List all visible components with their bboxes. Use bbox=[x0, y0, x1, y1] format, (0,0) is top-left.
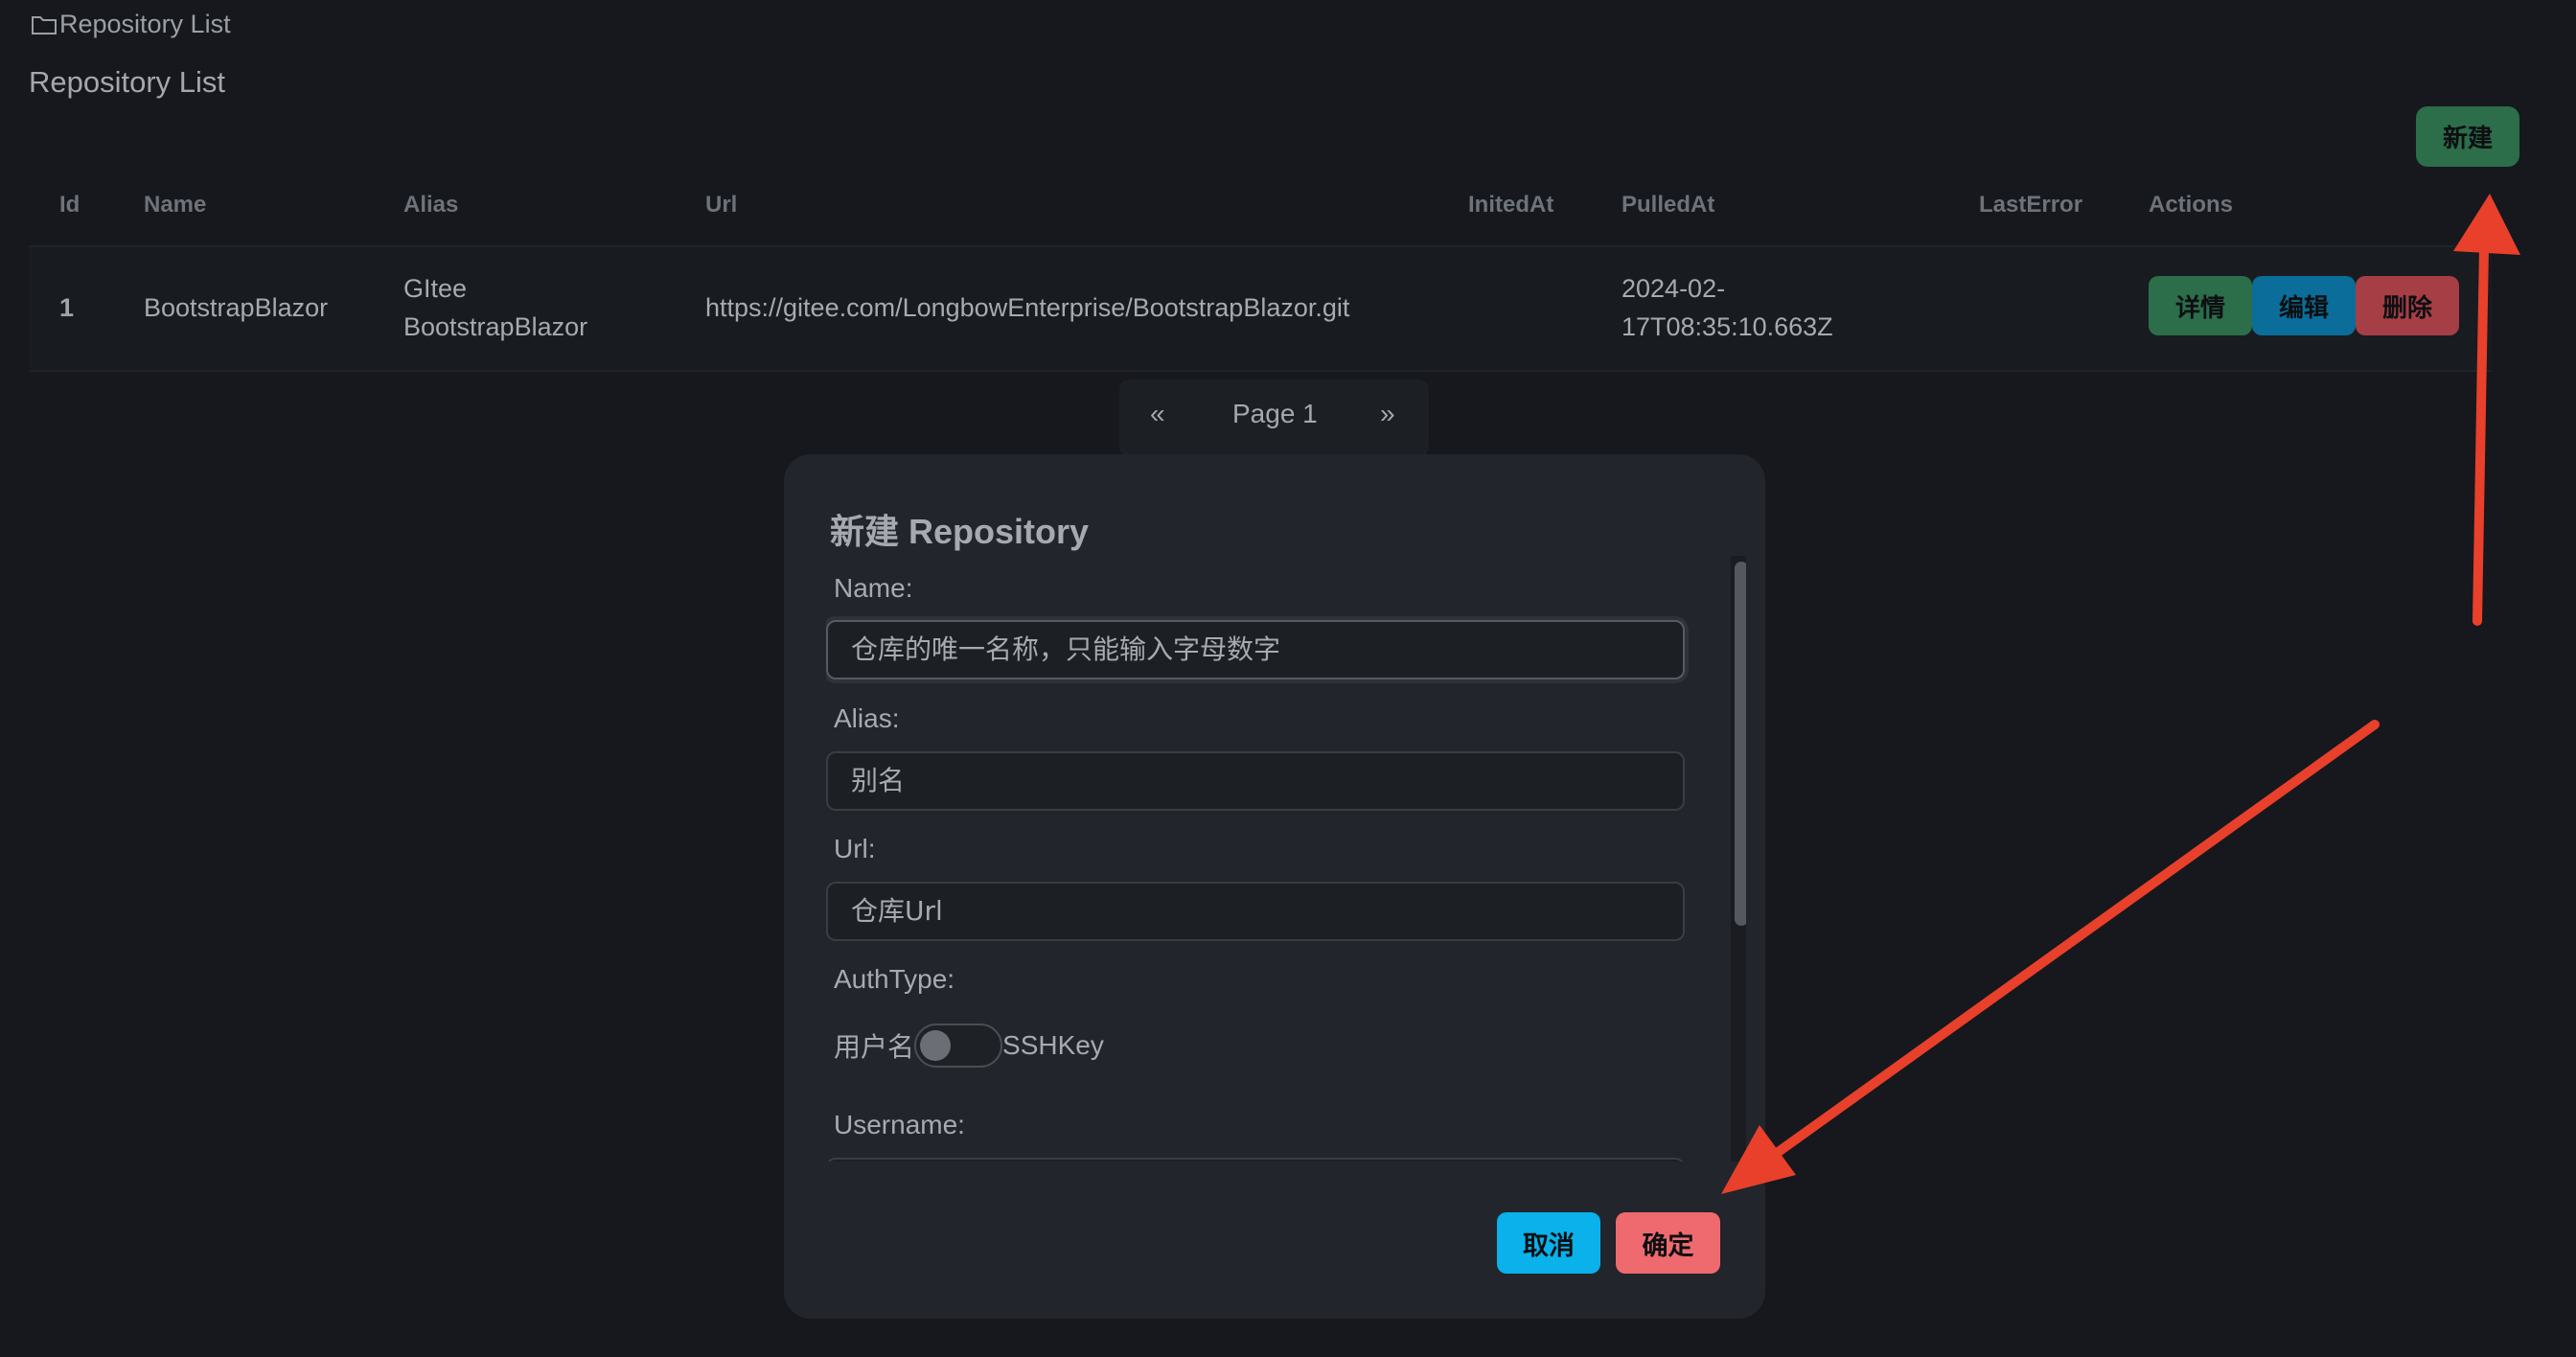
dialog-title: 新建 Repository bbox=[830, 512, 1090, 551]
column-header-lasterror[interactable]: LastError bbox=[1979, 192, 2082, 218]
cell-id: 1 bbox=[59, 293, 75, 322]
authtype-switch-group: 用户名 SSHKey bbox=[834, 1024, 1104, 1068]
cell-url: https://gitee.com/LongbowEnterprise/Boot… bbox=[705, 293, 1350, 322]
annotation-arrow-diagonal bbox=[1721, 720, 2380, 1194]
column-header-url[interactable]: Url bbox=[705, 192, 737, 218]
cell-alias-line2: BootstrapBlazor bbox=[403, 312, 588, 341]
new-repository-dialog: 新建 Repository Name: 仓库的唯一名称，只能输入字母数字 Ali… bbox=[784, 454, 1765, 1319]
folder-icon bbox=[32, 15, 57, 34]
breadcrumb-label[interactable]: Repository List bbox=[59, 10, 231, 39]
authtype-toggle[interactable] bbox=[914, 1024, 1003, 1068]
table-row: 1 BootstrapBlazor GItee BootstrapBlazor … bbox=[29, 247, 2492, 372]
dialog-body: Name: 仓库的唯一名称，只能输入字母数字 Alias: 别名 Url: 仓库… bbox=[826, 552, 1746, 1162]
pagination: « Page 1 » bbox=[1119, 380, 1429, 456]
username-label: Username: bbox=[834, 1110, 965, 1139]
column-header-actions: Actions bbox=[2149, 192, 2234, 218]
username-input[interactable] bbox=[826, 1158, 1685, 1162]
detail-button[interactable]: 详情 bbox=[2149, 276, 2252, 335]
cell-pulledat-line1: 2024-02- bbox=[1622, 274, 1726, 303]
cell-name: BootstrapBlazor bbox=[144, 293, 329, 322]
column-header-id[interactable]: Id bbox=[59, 192, 80, 218]
cancel-button[interactable]: 取消 bbox=[1497, 1212, 1600, 1274]
dialog-scrollbar-thumb[interactable] bbox=[1735, 562, 1746, 926]
column-header-alias[interactable]: Alias bbox=[403, 192, 458, 218]
alias-input[interactable]: 别名 bbox=[826, 751, 1685, 811]
toggle-knob bbox=[920, 1030, 952, 1061]
repository-table: Id Name Alias Url InitedAt PulledAt Last… bbox=[29, 178, 2492, 372]
alias-label: Alias: bbox=[834, 703, 900, 733]
page-title: Repository List bbox=[29, 65, 226, 99]
next-page-button[interactable]: » bbox=[1380, 399, 1395, 429]
delete-button[interactable]: 删除 bbox=[2356, 276, 2459, 335]
cell-pulledat-line2: 17T08:35:10.663Z bbox=[1622, 312, 1833, 341]
cell-alias-line1: GItee bbox=[403, 274, 468, 303]
prev-page-button[interactable]: « bbox=[1150, 399, 1165, 429]
name-label: Name: bbox=[834, 573, 913, 603]
edit-button[interactable]: 编辑 bbox=[2252, 276, 2356, 335]
authtype-off-label: 用户名 bbox=[834, 1032, 915, 1062]
authtype-label: AuthType: bbox=[834, 964, 955, 994]
authtype-on-label: SSHKey bbox=[1002, 1030, 1104, 1060]
page-indicator: Page 1 bbox=[1232, 399, 1318, 428]
column-header-name[interactable]: Name bbox=[144, 192, 206, 218]
name-input[interactable]: 仓库的唯一名称，只能输入字母数字 bbox=[826, 620, 1685, 679]
url-label: Url: bbox=[834, 834, 876, 863]
column-header-pulledat[interactable]: PulledAt bbox=[1622, 192, 1714, 218]
table-header: Id Name Alias Url InitedAt PulledAt Last… bbox=[29, 178, 2492, 247]
url-input[interactable]: 仓库Url bbox=[826, 882, 1685, 941]
breadcrumb: Repository List bbox=[31, 10, 231, 39]
column-header-initedat[interactable]: InitedAt bbox=[1468, 192, 1553, 218]
confirm-button[interactable]: 确定 bbox=[1616, 1212, 1720, 1274]
new-button[interactable]: 新建 bbox=[2416, 106, 2519, 167]
